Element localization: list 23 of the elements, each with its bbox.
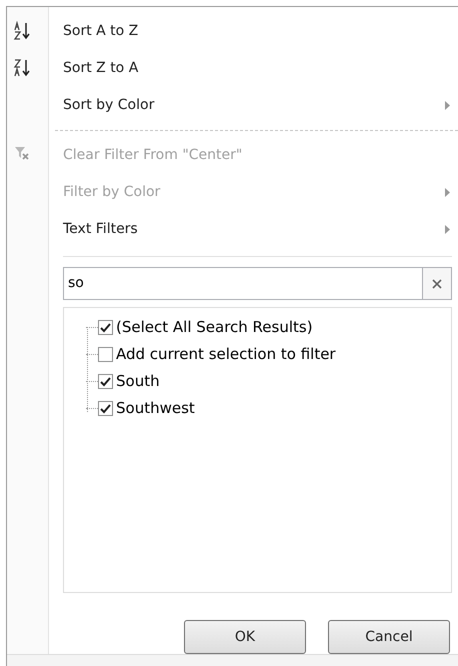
clear-search-button[interactable] bbox=[423, 267, 452, 300]
menu-item[interactable]: Sort Z to A bbox=[63, 58, 138, 79]
list-item-label[interactable]: Add current selection to filter bbox=[116, 343, 336, 366]
dialog-button[interactable]: OK bbox=[184, 620, 306, 654]
close-icon bbox=[432, 278, 442, 288]
list-item-label[interactable]: South bbox=[116, 370, 160, 393]
check-icon bbox=[100, 376, 111, 386]
dialog-button[interactable]: Cancel bbox=[328, 620, 450, 654]
checkbox[interactable] bbox=[98, 401, 113, 416]
sort-descending-icon bbox=[12, 58, 32, 78]
search-field[interactable]: so bbox=[63, 267, 423, 300]
sort-ascending-icon bbox=[12, 21, 32, 41]
checkbox[interactable] bbox=[98, 320, 113, 335]
check-icon bbox=[100, 322, 111, 332]
list-item-label[interactable]: (Select All Search Results) bbox=[116, 316, 313, 339]
list-item-label[interactable]: Southwest bbox=[116, 397, 195, 420]
check-icon bbox=[100, 404, 111, 414]
checkbox[interactable] bbox=[98, 374, 113, 389]
menu-item[interactable]: Sort A to Z bbox=[63, 21, 138, 42]
menu-item[interactable]: Sort by Color bbox=[63, 95, 154, 116]
clear-filter-icon bbox=[14, 145, 30, 161]
menu-item[interactable]: Text Filters bbox=[63, 219, 138, 240]
checkbox[interactable] bbox=[98, 347, 113, 362]
